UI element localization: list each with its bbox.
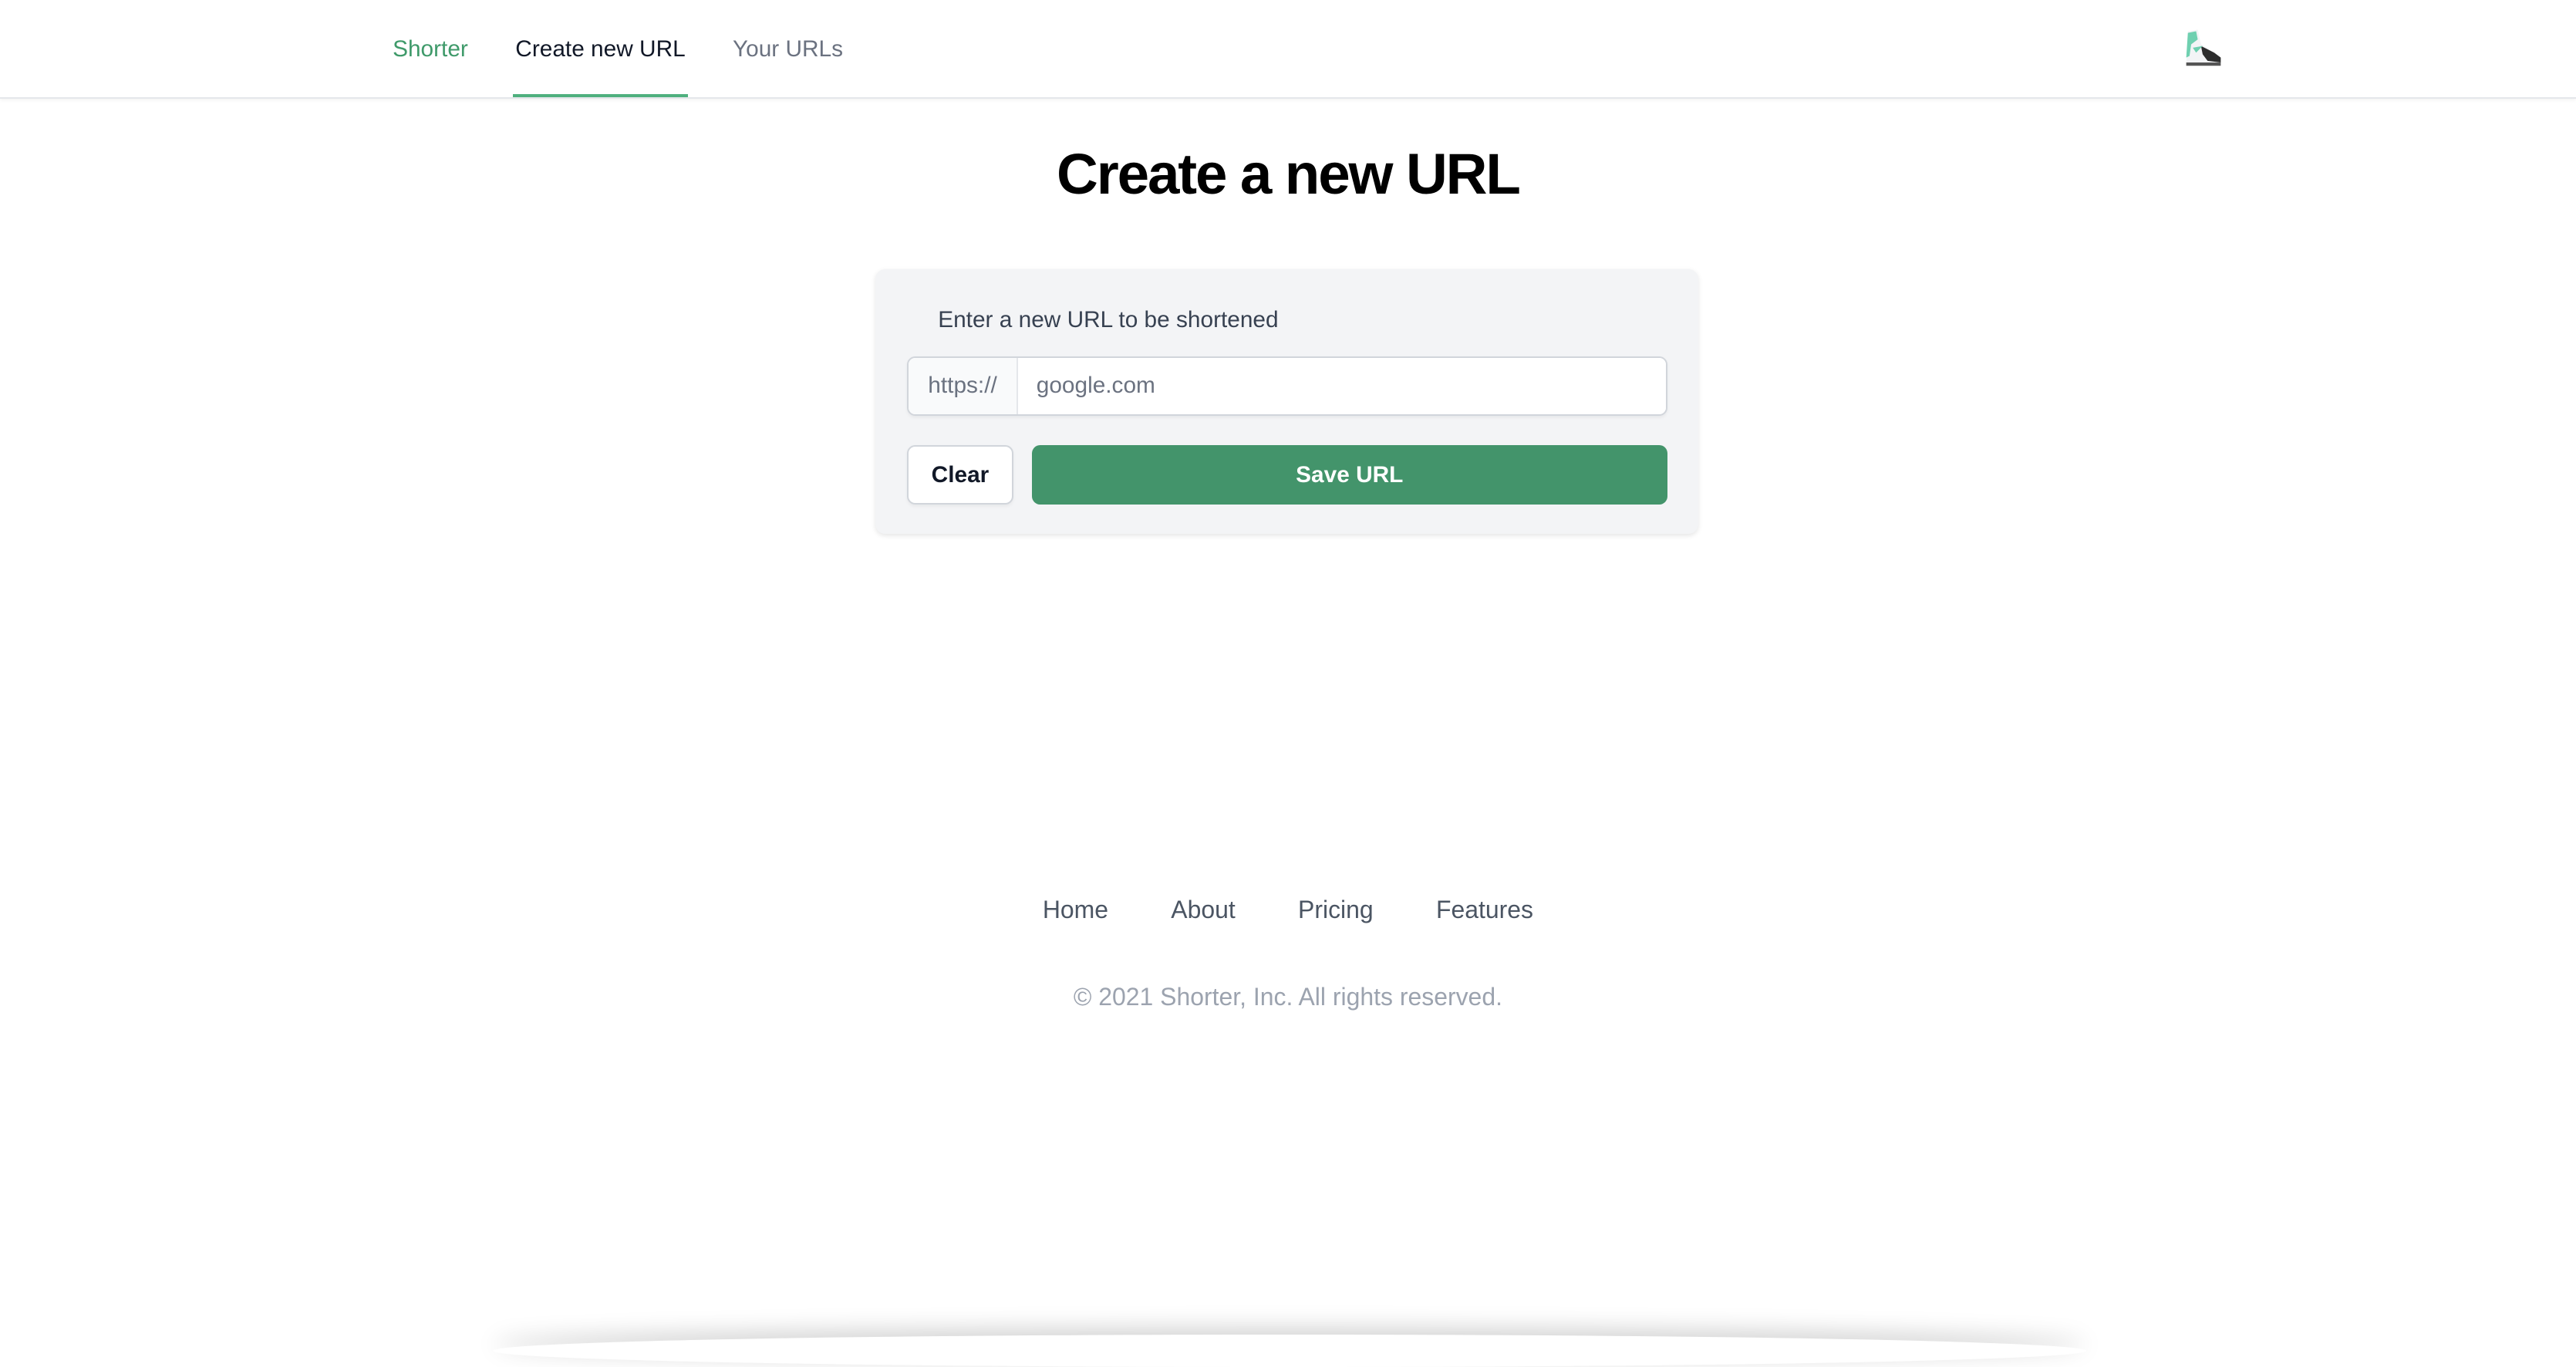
url-input[interactable] [1018, 358, 1666, 414]
url-field: https:// [906, 356, 1667, 416]
create-url-form: Enter a new URL to be shortened https://… [875, 269, 1699, 535]
top-nav: Shorter Create new URL Your URLs [0, 0, 2576, 99]
copyright: © 2021 Shorter, Inc. All rights reserved… [1073, 982, 1502, 1011]
brand-link[interactable]: Shorter [393, 0, 468, 97]
footer-link-pricing[interactable]: Pricing [1298, 896, 1374, 923]
footer-link-about[interactable]: About [1171, 896, 1235, 923]
url-label: Enter a new URL to be shortened [938, 307, 1279, 333]
url-prefix: https:// [908, 358, 1019, 414]
tab-create-new-url[interactable]: Create new URL [512, 0, 689, 97]
footer-nav: Home About Pricing Features [0, 896, 2576, 924]
tab-your-urls[interactable]: Your URLs [733, 0, 843, 97]
save-url-button[interactable]: Save URL [1031, 445, 1667, 505]
clear-button[interactable]: Clear [906, 445, 1014, 505]
sneaker-avatar-icon[interactable] [2178, 25, 2224, 71]
page-title: Create a new URL [1057, 142, 1521, 207]
bottom-shadow [493, 1335, 2086, 1367]
footer-link-features[interactable]: Features [1436, 896, 1533, 923]
footer-link-home[interactable]: Home [1043, 896, 1108, 923]
